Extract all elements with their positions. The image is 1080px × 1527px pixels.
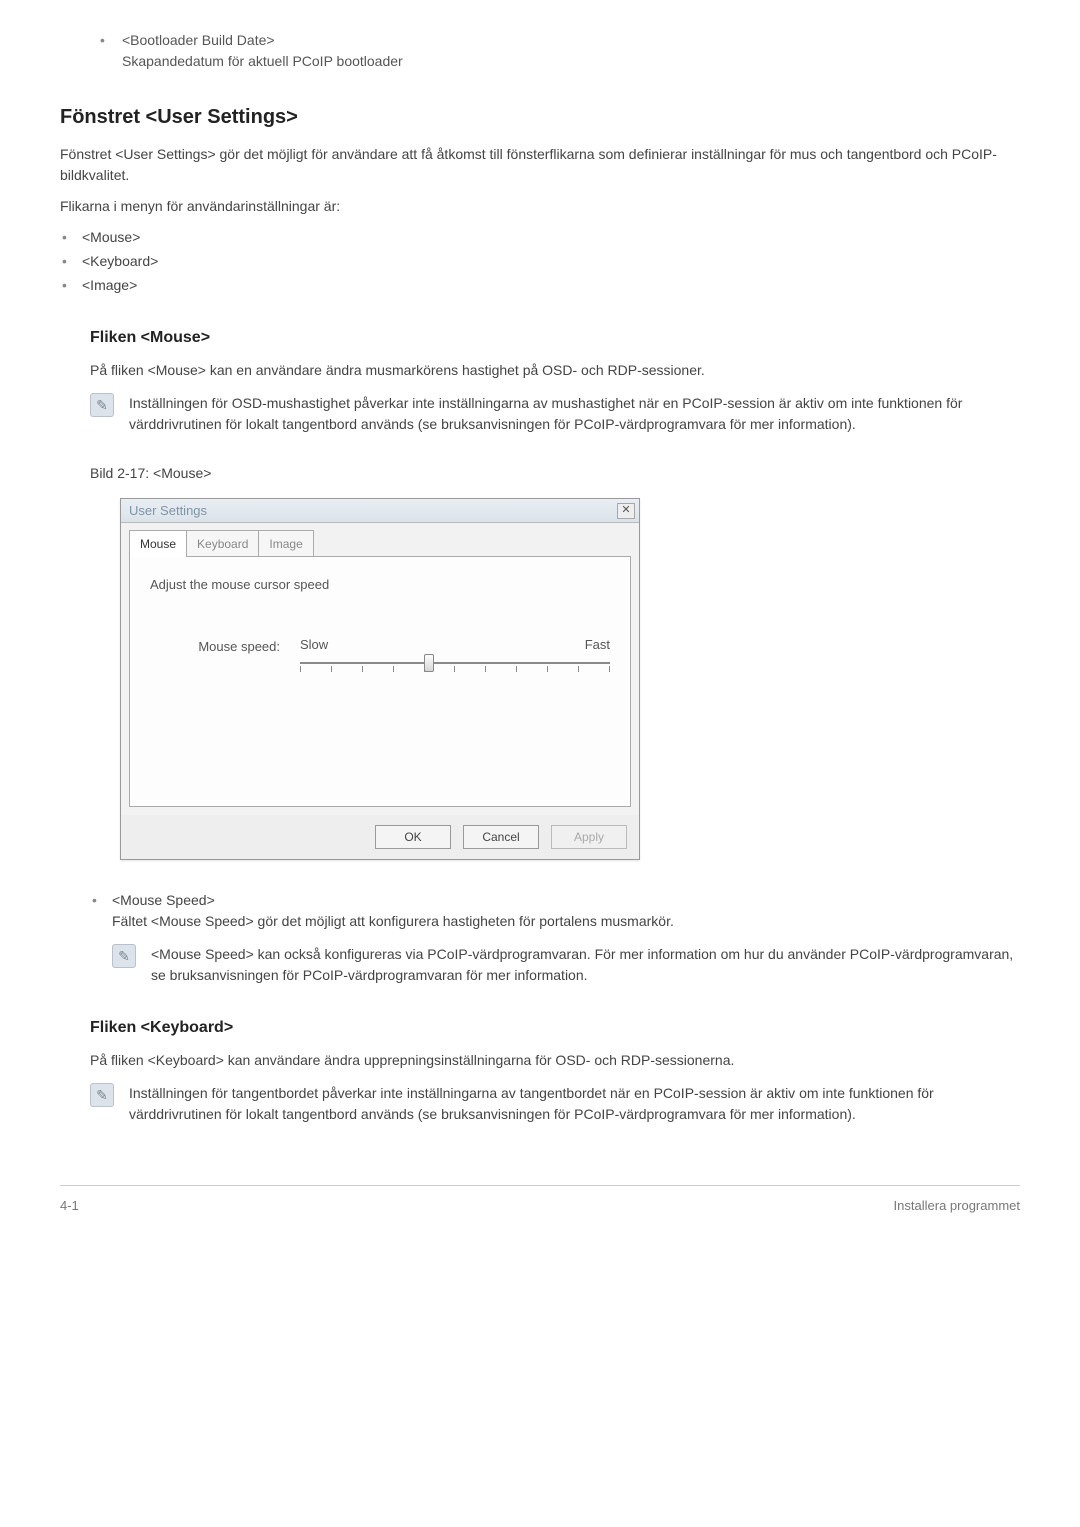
keyboard-note: ✎ Inställningen för tangentbordet påverk… (90, 1083, 1020, 1125)
cancel-button[interactable]: Cancel (463, 825, 539, 849)
footer-left: 4-1 (60, 1196, 79, 1216)
tabs-item-keyboard: <Keyboard> (60, 251, 1020, 272)
mouse-heading: Fliken <Mouse> (90, 326, 1020, 350)
keyboard-heading: Fliken <Keyboard> (90, 1016, 1020, 1040)
tab-pane-mouse: Adjust the mouse cursor speed Mouse spee… (129, 557, 631, 807)
tabs-intro: Flikarna i menyn för användarinställning… (60, 196, 1020, 217)
user-settings-dialog: User Settings ✕ Mouse Keyboard Image Adj… (120, 498, 640, 860)
dialog-title: User Settings (129, 501, 207, 521)
pane-heading: Adjust the mouse cursor speed (150, 575, 610, 595)
tab-keyboard[interactable]: Keyboard (186, 530, 259, 556)
mouse-speed-desc: Fältet <Mouse Speed> gör det möjligt att… (90, 911, 1020, 932)
slider-wrap: Slow Fast (300, 635, 610, 677)
mouse-speed-note-text: <Mouse Speed> kan också konfigureras via… (151, 944, 1020, 986)
slider-label: Mouse speed: (150, 635, 280, 657)
keyboard-note-text: Inställningen för tangentbordet påverkar… (129, 1083, 1020, 1125)
close-button[interactable]: ✕ (617, 503, 635, 519)
section-heading: Fönstret <User Settings> (60, 102, 1020, 132)
dialog-body: Mouse Keyboard Image Adjust the mouse cu… (121, 523, 639, 815)
slider-thumb[interactable] (424, 654, 434, 672)
slider-ends: Slow Fast (300, 635, 610, 655)
bullet-bootloader: <Bootloader Build Date> Skapandedatum fö… (100, 30, 1020, 72)
tabs-item-image: <Image> (60, 275, 1020, 296)
slider-line (300, 662, 610, 664)
slider-end-slow: Slow (300, 635, 328, 655)
note-icon: ✎ (90, 1083, 114, 1107)
tab-image[interactable]: Image (258, 530, 313, 556)
ok-button[interactable]: OK (375, 825, 451, 849)
footer-right: Installera programmet (894, 1196, 1020, 1216)
figure-label: Bild 2-17: <Mouse> (90, 463, 1020, 484)
mouse-speed-title: <Mouse Speed> (90, 890, 1020, 911)
slider-ticks (300, 666, 610, 672)
tabs-list: <Mouse> <Keyboard> <Image> (60, 227, 1020, 296)
keyboard-intro: På fliken <Keyboard> kan användare ändra… (90, 1050, 1020, 1071)
mouse-speed-note: ✎ <Mouse Speed> kan också konfigureras v… (112, 944, 1020, 986)
dialog-titlebar: User Settings ✕ (121, 499, 639, 523)
note-icon: ✎ (112, 944, 136, 968)
close-icon: ✕ (621, 502, 630, 519)
apply-button[interactable]: Apply (551, 825, 627, 849)
top-bullet-list: <Bootloader Build Date> Skapandedatum fö… (60, 30, 1020, 72)
slider-end-fast: Fast (585, 635, 610, 655)
mouse-speed-bullet: <Mouse Speed> Fältet <Mouse Speed> gör d… (90, 890, 1020, 986)
mouse-note: ✎ Inställningen för OSD-mushastighet påv… (90, 393, 1020, 435)
slider-row: Mouse speed: Slow Fast (150, 635, 610, 677)
section-intro: Fönstret <User Settings> gör det möjligt… (60, 144, 1020, 186)
bullet-title: <Bootloader Build Date> (122, 32, 275, 48)
mouse-note-text: Inställningen för OSD-mushastighet påver… (129, 393, 1020, 435)
tabs-item-mouse: <Mouse> (60, 227, 1020, 248)
tab-mouse[interactable]: Mouse (129, 530, 187, 557)
dialog-buttons: OK Cancel Apply (121, 815, 639, 859)
page-footer: 4-1 Installera programmet (60, 1185, 1020, 1216)
mouse-intro: På fliken <Mouse> kan en användare ändra… (90, 360, 1020, 381)
bullet-desc: Skapandedatum för aktuell PCoIP bootload… (122, 53, 403, 69)
tabstrip: Mouse Keyboard Image (129, 531, 631, 557)
mouse-speed-slider[interactable] (300, 656, 610, 676)
note-icon: ✎ (90, 393, 114, 417)
